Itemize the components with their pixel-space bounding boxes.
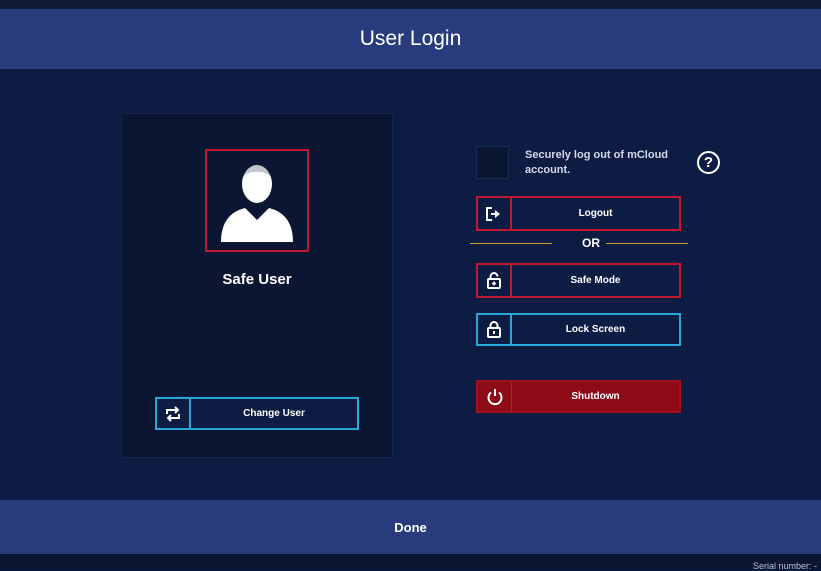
lock-icon — [478, 315, 512, 344]
help-icon[interactable]: ? — [697, 151, 720, 174]
or-divider-right — [606, 243, 688, 244]
page-title: User Login — [359, 27, 462, 50]
logout-mcloud-checkbox[interactable] — [476, 146, 509, 179]
shutdown-label: Shutdown — [571, 391, 620, 402]
checkbox-label: Securely log out of mCloud account. — [525, 149, 669, 176]
done-label: Done — [394, 519, 427, 535]
safe-mode-button[interactable]: Safe Mode — [476, 263, 681, 298]
header-bar: User Login — [0, 9, 821, 69]
unlock-icon — [478, 265, 512, 296]
safe-mode-label: Safe Mode — [570, 275, 621, 286]
change-user-label: Change User — [243, 408, 305, 419]
or-divider-left — [470, 243, 552, 244]
lock-screen-label: Lock Screen — [565, 324, 626, 335]
lock-screen-button[interactable]: Lock Screen — [476, 313, 681, 346]
logout-label: Logout — [578, 208, 613, 219]
avatar — [205, 149, 309, 252]
or-label: OR — [582, 236, 600, 250]
user-avatar-icon — [219, 160, 295, 242]
swap-icon — [157, 399, 191, 428]
help-glyph: ? — [703, 154, 714, 171]
change-user-button[interactable]: Change User — [155, 397, 359, 430]
shutdown-button[interactable]: Shutdown — [476, 380, 681, 413]
done-button[interactable]: Done — [0, 500, 821, 554]
logout-button[interactable]: Logout — [476, 196, 681, 231]
power-icon — [478, 382, 512, 411]
status-bar — [0, 554, 821, 570]
logout-icon — [478, 198, 512, 229]
user-name: Safe User — [222, 271, 292, 288]
top-strip — [0, 0, 821, 9]
